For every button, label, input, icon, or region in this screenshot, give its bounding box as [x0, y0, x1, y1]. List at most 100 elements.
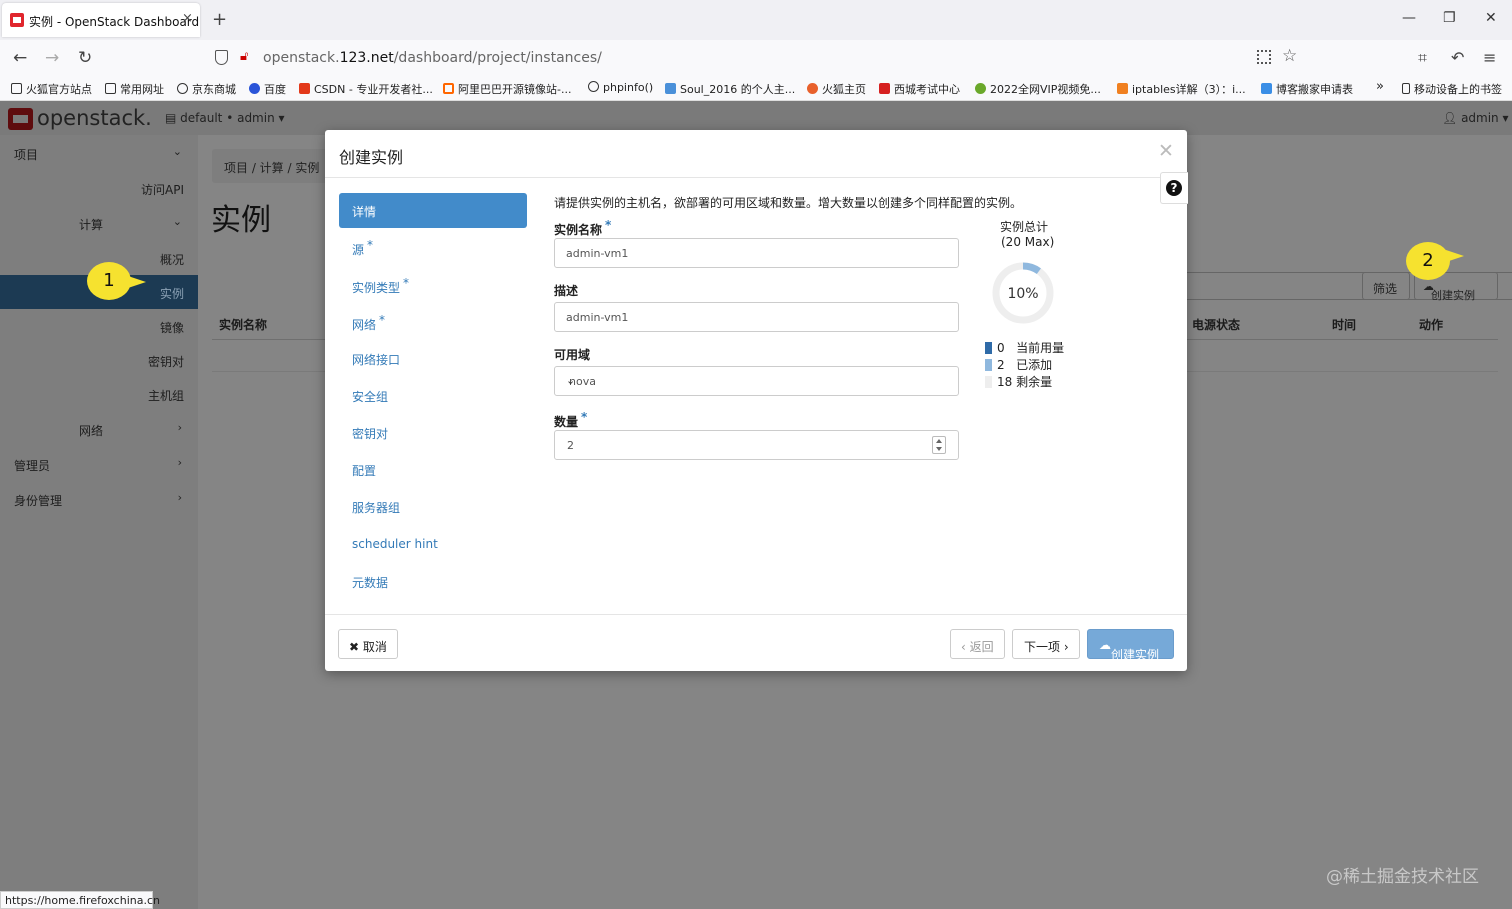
quota-donut-chart: 10%	[992, 262, 1054, 324]
callout-2: 2	[1406, 242, 1450, 280]
chevron-down-icon: ⌄	[566, 374, 576, 387]
required-mark: *	[379, 313, 386, 327]
instance-name-input[interactable]: admin-vm1	[554, 238, 959, 268]
screenshot-icon[interactable]: ⌗	[1418, 48, 1427, 68]
wizard-step-networks[interactable]: 网络 *	[352, 313, 385, 333]
chevron-right-icon: ›	[177, 421, 182, 434]
required-mark: *	[403, 276, 410, 290]
sidebar-item-overview[interactable]: 概况	[160, 251, 184, 268]
help-button[interactable]: ?	[1160, 172, 1188, 204]
chevron-down-icon: ⌄	[172, 215, 182, 228]
wizard-step-source[interactable]: 源 *	[352, 238, 373, 258]
chevron-down-icon: ⌄	[172, 145, 182, 158]
bookmark-item[interactable]: phpinfo()	[588, 81, 653, 94]
column-header-time[interactable]: 时间	[1332, 316, 1356, 333]
minimize-icon[interactable]: —	[1402, 10, 1416, 26]
address-bar[interactable]: 🔓︎ openstack.123.net/dashboard/project/i…	[207, 44, 1307, 72]
wizard-step-configuration[interactable]: 配置	[352, 462, 376, 479]
forward-icon[interactable]: →	[45, 48, 59, 68]
paw-icon	[249, 83, 260, 94]
menu-icon[interactable]: ≡	[1483, 48, 1496, 67]
sidebar-item-project[interactable]: 项目	[14, 146, 38, 163]
sidebar-item-compute[interactable]: 计算	[79, 216, 103, 233]
user-menu[interactable]: 👤︎ admin ▾	[1442, 111, 1509, 125]
circle-icon	[975, 83, 986, 94]
url-text[interactable]: openstack.123.net/dashboard/project/inst…	[263, 50, 602, 66]
sidebar-item-keypairs[interactable]: 密钥对	[148, 353, 184, 370]
create-instance-modal: 创建实例 ✕ ? 详情 源 * 实例类型 * 网络 * 网络接口 安全组 密钥对 配置…	[325, 130, 1188, 671]
watermark: @稀土掘金技术社区	[1326, 867, 1479, 887]
next-button[interactable]: 下一项 ›	[1012, 629, 1080, 659]
filter-button[interactable]: 筛选	[1362, 272, 1410, 300]
bookmark-item[interactable]: 京东商城	[177, 81, 236, 97]
stepper-arrows-icon[interactable]	[932, 436, 946, 454]
sidebar-item-identity[interactable]: 身份管理	[14, 492, 62, 509]
project-selector[interactable]: ▤ default • admin ▾	[165, 111, 285, 125]
description-input[interactable]: admin-vm1	[554, 302, 959, 332]
bookmark-item[interactable]: Soul_2016 的个人主...	[665, 81, 795, 97]
qr-code-icon[interactable]	[1257, 50, 1271, 64]
wizard-step-metadata[interactable]: 元数据	[352, 574, 388, 591]
bookmark-item[interactable]: iptables详解（3）：i...	[1117, 81, 1246, 97]
legend-swatch	[985, 342, 992, 354]
bookmarks-overflow-icon[interactable]: »	[1376, 79, 1384, 94]
bookmark-item[interactable]: 2022全网VIP视频免...	[975, 81, 1101, 97]
mobile-icon	[1402, 83, 1410, 94]
bookmark-item[interactable]: 阿里巴巴开源镜像站-...	[443, 81, 571, 97]
required-mark: *	[367, 238, 374, 252]
bookmark-item[interactable]: 移动设备上的书签	[1402, 81, 1502, 97]
callout-1: 1	[87, 262, 131, 300]
close-icon[interactable]: ✕	[1158, 140, 1174, 162]
maximize-icon[interactable]: ❐	[1443, 10, 1456, 26]
launch-instance-button[interactable]: ☁︎ 创建实例	[1087, 629, 1174, 662]
legend-remaining: 18 剩余量	[985, 373, 1052, 390]
openstack-logo-icon	[8, 108, 33, 130]
wizard-step-scheduler-hints[interactable]: scheduler hint	[352, 537, 438, 551]
required-mark: *	[605, 218, 612, 232]
modal-footer: ✖ 取消 ‹ 返回 下一项 › ☁︎ 创建实例	[325, 614, 1187, 671]
tab-close-icon[interactable]: ×	[182, 11, 193, 26]
wizard-step-keypair[interactable]: 密钥对	[352, 425, 388, 442]
column-header-power-state[interactable]: 电源状态	[1192, 316, 1240, 333]
bookmark-star-icon[interactable]: ☆	[1282, 46, 1297, 66]
bookmark-item[interactable]: CSDN - 专业开发者社...	[299, 81, 433, 97]
count-stepper[interactable]: 2	[554, 430, 959, 460]
column-header-instance-name[interactable]: 实例名称	[219, 316, 267, 333]
window-close-icon[interactable]: ✕	[1485, 10, 1497, 26]
cancel-button[interactable]: ✖ 取消	[338, 629, 398, 659]
back-icon[interactable]: ←	[13, 48, 27, 68]
sidebar-item-server-groups[interactable]: 主机组	[148, 387, 184, 404]
new-tab-button[interactable]: +	[212, 9, 227, 30]
insecure-lock-icon[interactable]: 🔓︎	[240, 49, 248, 64]
back-button[interactable]: ‹ 返回	[950, 629, 1005, 659]
undo-icon[interactable]: ↶	[1451, 48, 1464, 67]
sidebar-item-network[interactable]: 网络	[79, 422, 103, 439]
sidebar: 项目 ⌄ 访问API 计算 ⌄ 概况 实例 镜像 密钥对 主机组 网络 › 管理…	[0, 135, 198, 909]
wizard-step-network-ports[interactable]: 网络接口	[352, 351, 400, 368]
bookmark-item[interactable]: 博客搬家申请表	[1261, 81, 1353, 97]
shield-icon[interactable]	[215, 50, 228, 65]
bookmark-item[interactable]: 火狐官方站点	[11, 81, 92, 97]
status-bar-url: https://home.firefoxchina.cn	[0, 891, 160, 909]
availability-zone-label: 可用域	[554, 348, 591, 362]
bookmark-item[interactable]: 常用网址	[105, 81, 164, 97]
quota-title: 实例总计	[1000, 220, 1049, 234]
wizard-step-details[interactable]: 详情	[339, 193, 527, 228]
firefox-icon	[807, 83, 818, 94]
reload-icon[interactable]: ↻	[78, 48, 92, 68]
wizard-step-flavor[interactable]: 实例类型 *	[352, 276, 409, 296]
browser-nav-bar: ← → ↻ 🔓︎ openstack.123.net/dashboard/pro…	[0, 40, 1512, 76]
required-mark: *	[581, 410, 588, 424]
availability-zone-select[interactable]: nova ⌄	[554, 366, 959, 396]
sidebar-item-images[interactable]: 镜像	[160, 319, 184, 336]
wizard-step-security-groups[interactable]: 安全组	[352, 388, 388, 405]
chevron-right-icon: ›	[177, 456, 182, 469]
wizard-step-server-groups[interactable]: 服务器组	[352, 499, 400, 516]
browser-tab[interactable]: 实例 - OpenStack Dashboard ×	[2, 3, 200, 37]
sidebar-item-admin[interactable]: 管理员	[14, 457, 50, 474]
bookmark-item[interactable]: 火狐主页	[807, 81, 866, 97]
bookmark-item[interactable]: 百度	[249, 81, 286, 97]
chart-icon	[1261, 83, 1272, 94]
bookmark-item[interactable]: 西城考试中心	[879, 81, 960, 97]
sidebar-item-access-api[interactable]: 访问API	[141, 181, 184, 198]
